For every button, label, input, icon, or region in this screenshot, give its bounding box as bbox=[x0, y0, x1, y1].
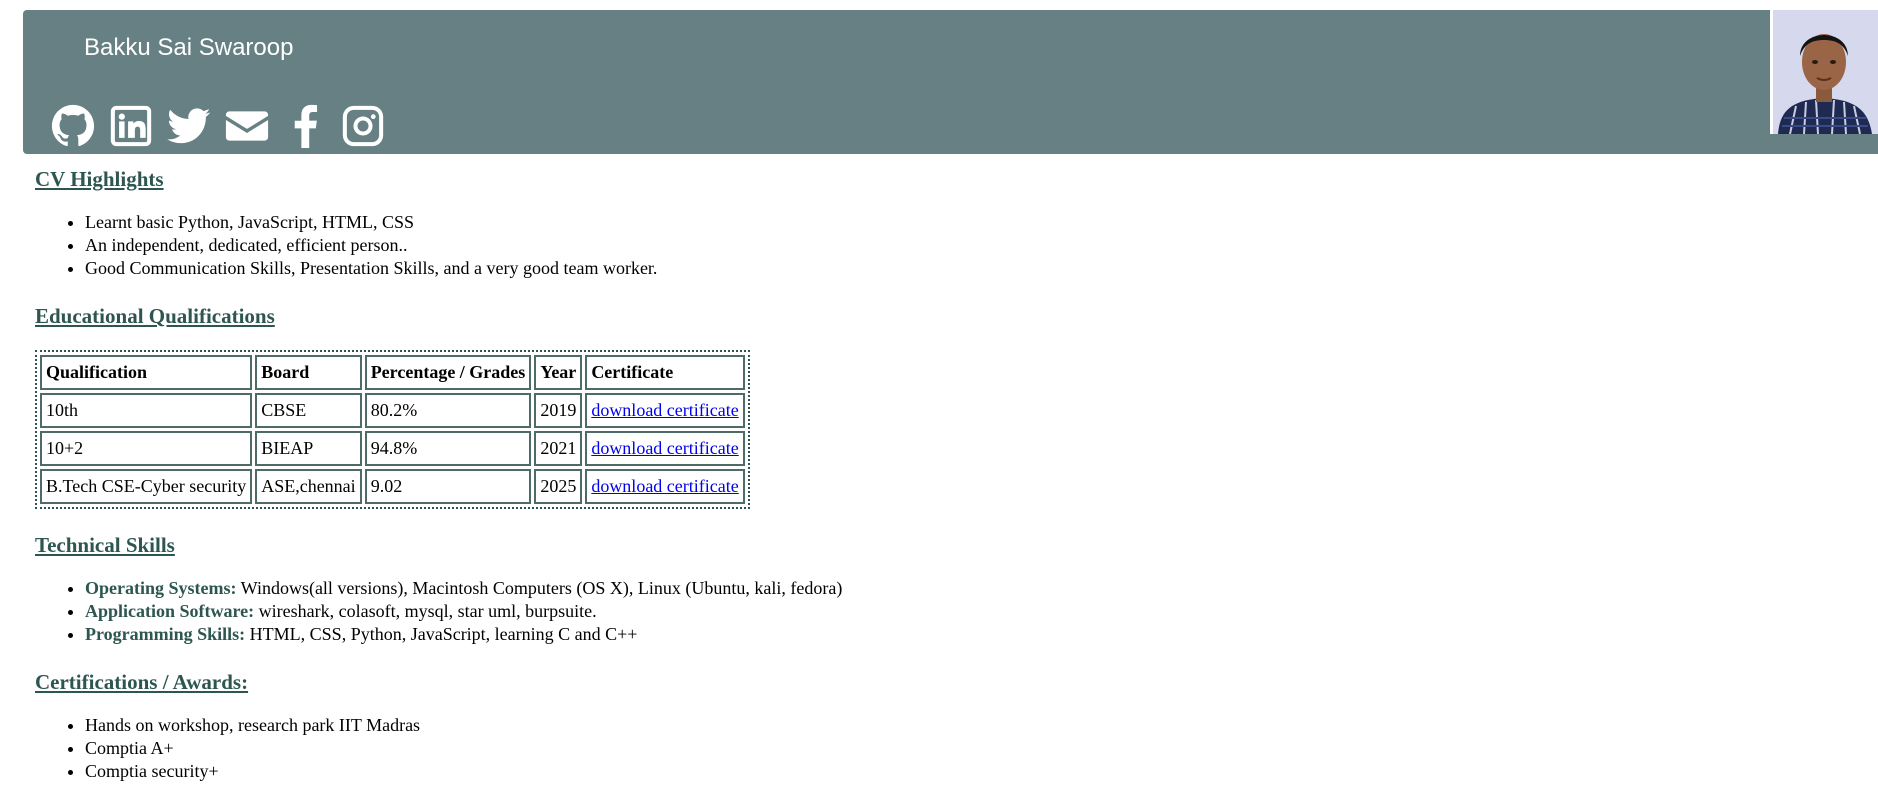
table-cell: 80.2% bbox=[364, 393, 532, 428]
download-certificate-link[interactable]: download certificate bbox=[591, 438, 738, 458]
table-cell: ASE,chennai bbox=[255, 469, 362, 504]
table-cell: BIEAP bbox=[255, 431, 362, 466]
email-icon bbox=[225, 111, 269, 141]
list-item: Hands on workshop, research park IIT Mad… bbox=[85, 714, 1835, 737]
column-header: Year bbox=[534, 355, 583, 390]
skill-value: wireshark, colasoft, mysql, star uml, bu… bbox=[254, 601, 597, 621]
skill-label: Programming Skills: bbox=[85, 624, 246, 644]
column-header: Qualification bbox=[40, 355, 253, 390]
table-cell: 2025 bbox=[534, 469, 583, 504]
list-item: Comptia A+ bbox=[85, 737, 1835, 760]
certifications-list: Hands on workshop, research park IIT Mad… bbox=[35, 714, 1835, 783]
twitter-icon bbox=[167, 108, 211, 144]
highlights-list: Learnt basic Python, JavaScript, HTML, C… bbox=[35, 211, 1835, 280]
table-cell: download certificate bbox=[585, 393, 745, 428]
education-table: Qualification Board Percentage / Grades … bbox=[35, 350, 750, 509]
table-cell: 9.02 bbox=[364, 469, 532, 504]
skill-value: HTML, CSS, Python, JavaScript, learning … bbox=[245, 624, 638, 644]
list-item: Comptia security+ bbox=[85, 760, 1835, 783]
profile-name: Bakku Sai Swaroop bbox=[84, 34, 294, 61]
download-certificate-link[interactable]: download certificate bbox=[591, 400, 738, 420]
skills-list: Operating Systems: Windows(all versions)… bbox=[35, 577, 1835, 646]
instagram-link[interactable] bbox=[341, 104, 385, 148]
list-item: Good Communication Skills, Presentation … bbox=[85, 257, 1835, 280]
column-header: Percentage / Grades bbox=[364, 355, 532, 390]
table-cell: download certificate bbox=[585, 469, 745, 504]
column-header: Certificate bbox=[585, 355, 745, 390]
list-item: Operating Systems: Windows(all versions)… bbox=[85, 577, 1835, 600]
linkedin-link[interactable] bbox=[109, 104, 153, 148]
list-item: Programming Skills: HTML, CSS, Python, J… bbox=[85, 623, 1835, 646]
table-cell: download certificate bbox=[585, 431, 745, 466]
profile-photo bbox=[1770, 10, 1878, 134]
list-item: Learnt basic Python, JavaScript, HTML, C… bbox=[85, 211, 1835, 234]
linkedin-icon bbox=[110, 105, 152, 147]
facebook-icon bbox=[294, 104, 318, 148]
table-cell: B.Tech CSE-Cyber security bbox=[40, 469, 253, 504]
section-title-highlights: CV Highlights bbox=[35, 167, 164, 191]
column-header: Board bbox=[255, 355, 362, 390]
table-row: 10th CBSE 80.2% 2019 download certificat… bbox=[40, 393, 745, 428]
table-cell: 2019 bbox=[534, 393, 583, 428]
social-links bbox=[51, 104, 399, 148]
email-link[interactable] bbox=[225, 104, 269, 148]
table-cell: 94.8% bbox=[364, 431, 532, 466]
section-title-education: Educational Qualifications bbox=[35, 304, 275, 328]
table-header-row: Qualification Board Percentage / Grades … bbox=[40, 355, 745, 390]
download-certificate-link[interactable]: download certificate bbox=[591, 476, 738, 496]
table-cell: 2021 bbox=[534, 431, 583, 466]
list-item: Application Software: wireshark, colasof… bbox=[85, 600, 1835, 623]
skill-label: Application Software: bbox=[85, 601, 255, 621]
section-title-skills: Technical Skills bbox=[35, 533, 175, 557]
table-cell: CBSE bbox=[255, 393, 362, 428]
section-title-certifications: Certifications / Awards: bbox=[35, 670, 249, 694]
skill-value: Windows(all versions), Macintosh Compute… bbox=[236, 578, 843, 598]
cv-content: CV Highlights Learnt basic Python, JavaS… bbox=[35, 163, 1835, 802]
skill-label: Operating Systems: bbox=[85, 578, 237, 598]
twitter-link[interactable] bbox=[167, 104, 211, 148]
github-icon bbox=[51, 104, 95, 147]
table-cell: 10+2 bbox=[40, 431, 253, 466]
profile-header: Bakku Sai Swaroop bbox=[23, 10, 1878, 154]
table-cell: 10th bbox=[40, 393, 253, 428]
instagram-icon bbox=[342, 105, 384, 147]
facebook-link[interactable] bbox=[283, 104, 327, 148]
table-row: 10+2 BIEAP 94.8% 2021 download certifica… bbox=[40, 431, 745, 466]
list-item: An independent, dedicated, efficient per… bbox=[85, 234, 1835, 257]
table-row: B.Tech CSE-Cyber security ASE,chennai 9.… bbox=[40, 469, 745, 504]
github-link[interactable] bbox=[51, 104, 95, 148]
